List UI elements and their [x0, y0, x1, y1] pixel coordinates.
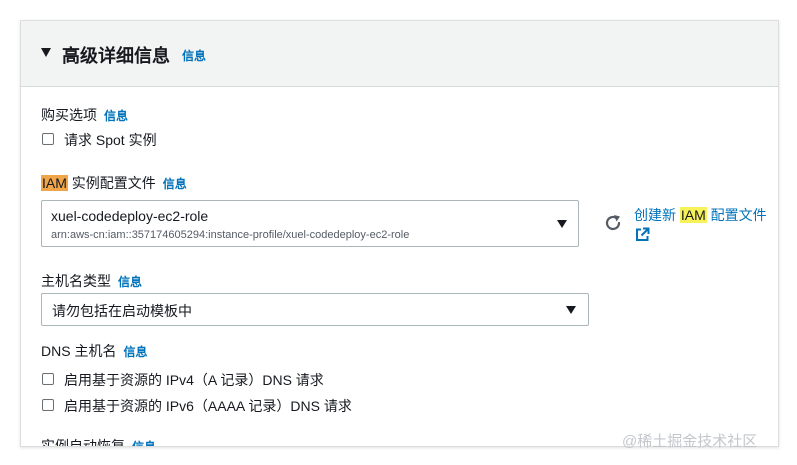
purchase-option-info-link[interactable]: 信息	[104, 109, 128, 123]
create-link-prefix: 创建新	[634, 207, 680, 223]
hostname-select-caret-icon	[566, 306, 576, 314]
create-link-suffix: 配置文件	[706, 207, 767, 223]
auto-recovery-label: 实例自动恢复 信息	[41, 436, 156, 447]
hostname-type-select[interactable]: 请勿包括在启动模板中	[41, 293, 589, 326]
auto-recovery-text: 实例自动恢复	[41, 438, 125, 447]
hostname-type-label: 主机名类型 信息	[41, 271, 142, 291]
dns-hostname-text: DNS 主机名	[41, 343, 117, 359]
panel-info-link[interactable]: 信息	[182, 47, 206, 64]
iam-highlight-text: IAM	[41, 175, 68, 191]
external-link-icon[interactable]	[635, 227, 650, 242]
panel-title: 高级详细信息	[62, 46, 170, 66]
create-iam-profile-link[interactable]: 创建新 IAM 配置文件	[634, 205, 769, 225]
panel-header[interactable]: 高级详细信息 信息	[21, 21, 778, 87]
ipv4-dns-label[interactable]: 启用基于资源的 IPv4（A 记录）DNS 请求	[64, 370, 324, 390]
advanced-details-panel: 高级详细信息 信息 购买选项 信息 请求 Spot 实例 IAM 实例配置文件 信息…	[20, 20, 779, 447]
ipv6-dns-label[interactable]: 启用基于资源的 IPv6（AAAA 记录）DNS 请求	[64, 396, 352, 416]
iam-select-caret-icon	[557, 220, 567, 228]
hostname-type-info-link[interactable]: 信息	[118, 275, 142, 289]
ipv6-dns-checkbox[interactable]	[42, 399, 54, 411]
iam-profile-selected-name: xuel-codedeploy-ec2-role	[51, 208, 209, 224]
iam-profile-label: IAM 实例配置文件 信息	[41, 173, 187, 193]
spot-instance-label[interactable]: 请求 Spot 实例	[64, 130, 157, 150]
iam-profile-selected-arn: arn:aws-cn:iam::357174605294:instance-pr…	[51, 229, 410, 241]
ipv4-dns-checkbox[interactable]	[42, 373, 54, 385]
dns-hostname-label: DNS 主机名 信息	[41, 341, 147, 361]
hostname-type-text: 主机名类型	[41, 273, 111, 289]
iam-profile-select[interactable]: xuel-codedeploy-ec2-role arn:aws-cn:iam:…	[41, 200, 579, 247]
create-link-iam-highlight: IAM	[679, 207, 707, 223]
hostname-type-selected: 请勿包括在启动模板中	[52, 303, 192, 319]
iam-profile-text: 实例配置文件	[67, 175, 156, 191]
auto-recovery-info-link[interactable]: 信息	[132, 440, 156, 446]
purchase-option-text: 购买选项	[41, 107, 97, 123]
dns-hostname-info-link[interactable]: 信息	[123, 345, 147, 359]
refresh-icon[interactable]	[603, 213, 623, 233]
purchase-option-label: 购买选项 信息	[41, 105, 128, 125]
watermark: @稀土掘金技术社区	[622, 433, 758, 450]
collapse-caret-icon[interactable]	[41, 48, 51, 57]
iam-profile-info-link[interactable]: 信息	[163, 177, 187, 191]
spot-instance-checkbox[interactable]	[42, 133, 54, 145]
